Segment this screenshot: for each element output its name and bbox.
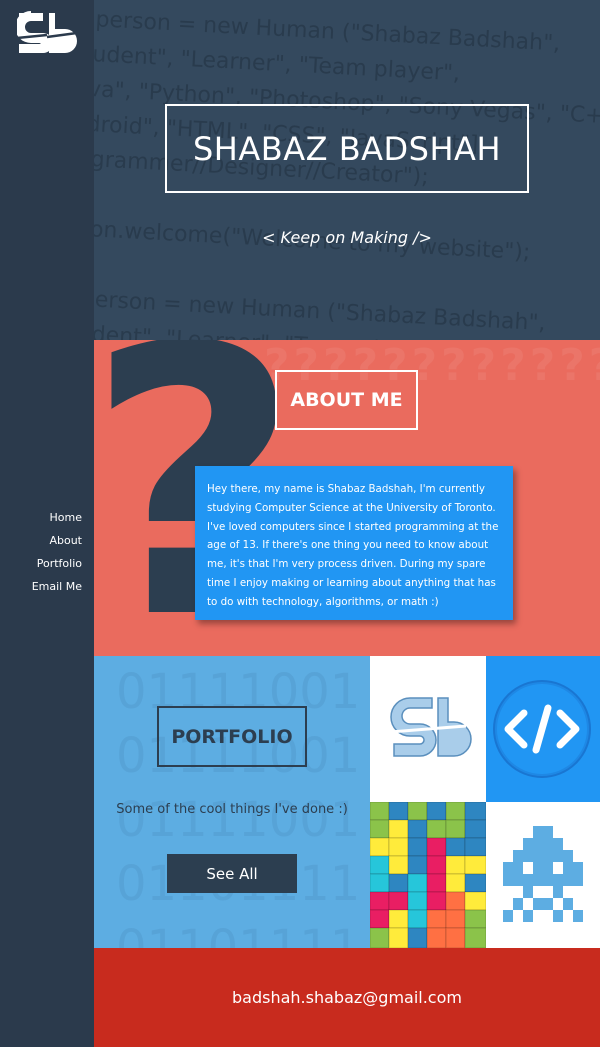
name-title-box: SHABAZ BADSHAH (165, 104, 529, 193)
portfolio-tile-invader[interactable] (486, 802, 600, 948)
about-card: Hey there, my name is Shabaz Badshah, I'… (195, 466, 513, 620)
about-title: ABOUT ME (290, 389, 403, 411)
sb-logo-icon[interactable] (17, 11, 77, 55)
main-nav: Home About Portfolio Email Me (32, 506, 82, 598)
about-title-box: ABOUT ME (275, 370, 418, 430)
portfolio-title: PORTFOLIO (171, 725, 293, 748)
portfolio-tile-code[interactable] (486, 656, 600, 802)
portfolio-title-box: PORTFOLIO (157, 706, 307, 767)
page-title: SHABAZ BADSHAH (192, 129, 501, 168)
sidebar: Home About Portfolio Email Me (0, 0, 94, 1047)
portfolio-tile-logo[interactable] (370, 656, 486, 802)
tetris-icon (370, 802, 486, 948)
binary-line: 01101111 (116, 920, 361, 948)
email-link[interactable]: badshah.shabaz@gmail.com (94, 988, 600, 1007)
footer: badshah.shabaz@gmail.com (94, 948, 600, 1047)
nav-about[interactable]: About (32, 529, 82, 552)
portfolio-subtitle: Some of the cool things I've done :) (116, 802, 348, 817)
space-invader-icon (503, 826, 583, 922)
code-icon (493, 680, 591, 778)
see-all-button[interactable]: See All (167, 854, 297, 893)
sb-logo-icon (389, 697, 472, 757)
hero-section: var person = new Human ("Shabaz Badshah"… (94, 0, 600, 340)
binary-line: 01111001 (116, 792, 361, 848)
nav-home[interactable]: Home (32, 506, 82, 529)
about-section: ????????????????????????????????????????… (94, 340, 600, 656)
portfolio-tile-tetris[interactable] (370, 802, 486, 948)
nav-portfolio[interactable]: Portfolio (32, 552, 82, 575)
portfolio-section: 01111001 01111001 01111001 01101111 0110… (94, 656, 370, 948)
nav-email-me[interactable]: Email Me (32, 575, 82, 598)
tagline: < Keep on Making /> (262, 228, 432, 247)
about-text: Hey there, my name is Shabaz Badshah, I'… (207, 483, 499, 608)
